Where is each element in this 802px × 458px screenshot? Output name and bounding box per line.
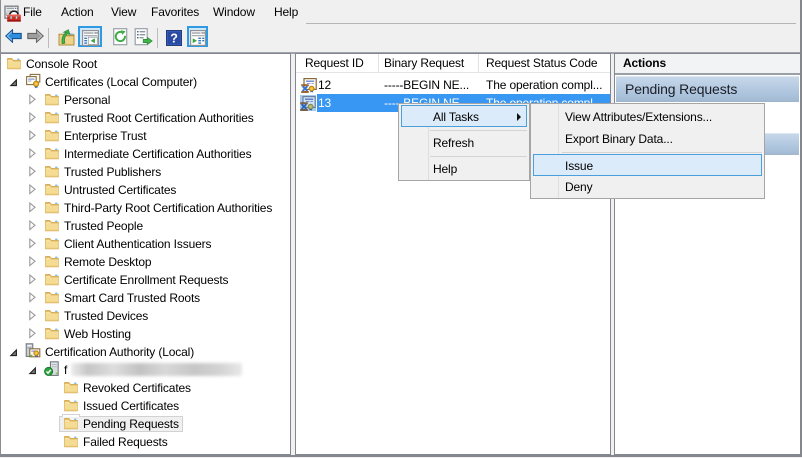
svg-text:?: ? xyxy=(170,32,178,46)
